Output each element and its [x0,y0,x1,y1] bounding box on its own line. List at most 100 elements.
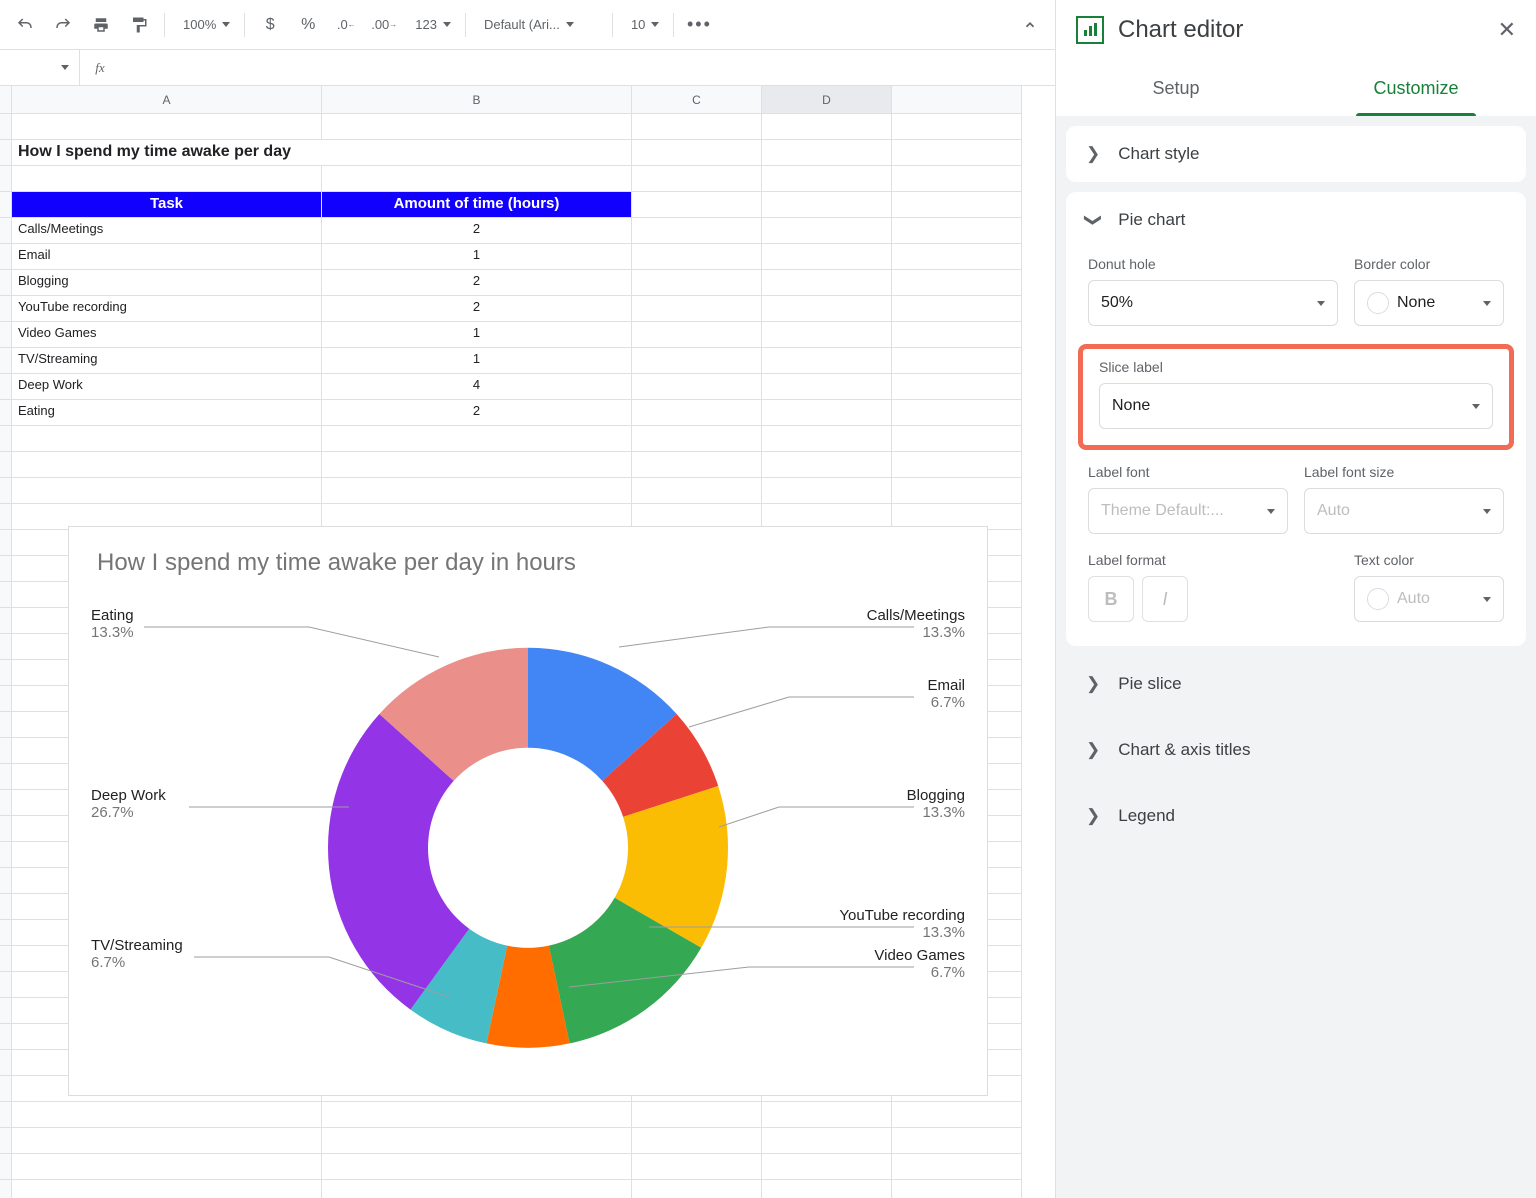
donut-hole-label: Donut hole [1088,256,1338,272]
chart-object[interactable]: How I spend my time awake per day in hou… [68,526,988,1096]
paint-format-button[interactable] [122,8,156,42]
zoom-dropdown[interactable]: 100% [173,8,236,42]
column-header[interactable]: A [12,86,322,114]
formula-input[interactable] [120,50,1055,85]
slice-label-videogames: Video Games6.7% [874,947,965,981]
currency-button[interactable]: $ [253,8,287,42]
donut-hole-select[interactable]: 50% [1088,280,1338,326]
table-cell-task[interactable]: Calls/Meetings [12,218,322,244]
caret-down-icon [1317,301,1325,306]
spreadsheet-grid[interactable]: A B C D How I spend my time awake per da… [0,86,1055,1198]
section-header-legend[interactable]: ❯ Legend [1066,788,1526,844]
slice-label-calls: Calls/Meetings13.3% [867,607,965,641]
text-color-select[interactable]: Auto [1354,576,1504,622]
caret-down-icon [566,22,574,27]
chart-title: How I spend my time awake per day in hou… [69,527,987,587]
table-header-amount[interactable]: Amount of time (hours) [322,192,632,218]
sheet-title-cell[interactable]: How I spend my time awake per day [12,140,632,166]
table-cell-task[interactable]: Blogging [12,270,322,296]
bold-button[interactable]: B [1088,576,1134,622]
italic-button[interactable]: I [1142,576,1188,622]
redo-button[interactable] [46,8,80,42]
column-header[interactable] [892,86,1022,114]
table-cell-value[interactable]: 2 [322,400,632,426]
table-cell-value[interactable]: 4 [322,374,632,400]
caret-down-icon [61,65,69,70]
sidebar-title: Chart editor [1118,16,1243,44]
table-cell-task[interactable]: YouTube recording [12,296,322,322]
percent-button[interactable]: % [291,8,325,42]
name-box[interactable] [0,50,80,85]
font-dropdown[interactable]: Default (Ari... [474,8,604,42]
undo-button[interactable] [8,8,42,42]
more-tools-button[interactable]: ••• [682,8,716,42]
caret-down-icon [1483,301,1491,306]
label-font-select[interactable]: Theme Default:... [1088,488,1288,534]
column-header[interactable]: D [762,86,892,114]
slice-label-youtube: YouTube recording13.3% [839,907,965,941]
slice-label-eating: Eating13.3% [91,607,134,641]
table-cell-task[interactable]: Deep Work [12,374,322,400]
collapse-toolbar-button[interactable] [1013,8,1047,42]
donut-chart [308,628,748,1068]
section-header-chart-axis-titles[interactable]: ❯ Chart & axis titles [1066,722,1526,778]
label-font-size-select[interactable]: Auto [1304,488,1504,534]
section-label: Chart & axis titles [1118,740,1250,760]
chevron-down-icon: ❯ [1083,213,1103,227]
font-size-value: 10 [631,17,645,32]
slice-label-tv: TV/Streaming6.7% [91,937,183,971]
table-cell-value[interactable]: 1 [322,322,632,348]
section-header-pie-chart[interactable]: ❯ Pie chart [1066,192,1526,248]
increase-decimal-button[interactable]: .00→ [367,8,401,42]
table-cell-value[interactable]: 2 [322,218,632,244]
section-header-pie-slice[interactable]: ❯ Pie slice [1066,656,1526,712]
table-cell-task[interactable]: TV/Streaming [12,348,322,374]
tab-setup[interactable]: Setup [1056,60,1296,116]
table-cell-value[interactable]: 1 [322,348,632,374]
text-color-label: Text color [1354,552,1504,568]
font-value: Default (Ari... [484,17,560,32]
caret-down-icon [443,22,451,27]
tab-customize[interactable]: Customize [1296,60,1536,116]
chevron-right-icon: ❯ [1086,806,1100,826]
table-cell-value[interactable]: 1 [322,244,632,270]
border-color-label: Border color [1354,256,1504,272]
table-cell-task[interactable]: Eating [12,400,322,426]
chevron-right-icon: ❯ [1086,740,1100,760]
formula-bar: fx [0,50,1055,86]
slice-label-label: Slice label [1093,359,1499,375]
caret-down-icon [1267,509,1275,514]
section-pie-slice: ❯ Pie slice [1066,656,1526,712]
section-chart-axis-titles: ❯ Chart & axis titles [1066,722,1526,778]
slice-label-deepwork: Deep Work26.7% [91,787,166,821]
number-format-dropdown[interactable]: 123 [405,8,457,42]
decrease-decimal-button[interactable]: .0← [329,8,363,42]
fx-icon: fx [80,60,120,76]
section-label: Legend [1118,806,1175,826]
print-button[interactable] [84,8,118,42]
color-swatch-none [1367,292,1389,314]
caret-down-icon [1472,404,1480,409]
chevron-right-icon: ❯ [1086,674,1100,694]
chevron-right-icon: ❯ [1086,144,1100,164]
caret-down-icon [1483,597,1491,602]
table-cell-task[interactable]: Email [12,244,322,270]
section-pie-chart: ❯ Pie chart Donut hole 50% Border color … [1066,192,1526,646]
table-cell-task[interactable]: Video Games [12,322,322,348]
border-color-select[interactable]: None [1354,280,1504,326]
table-cell-value[interactable]: 2 [322,296,632,322]
zoom-value: 100% [183,17,216,32]
color-swatch-auto [1367,588,1389,610]
table-header-task[interactable]: Task [12,192,322,218]
format-123-label: 123 [415,17,437,32]
column-header[interactable]: B [322,86,632,114]
close-button[interactable]: ✕ [1498,17,1516,43]
font-size-dropdown[interactable]: 10 [621,8,665,42]
slice-label-select[interactable]: None [1099,383,1493,429]
table-cell-value[interactable]: 2 [322,270,632,296]
column-header[interactable]: C [632,86,762,114]
section-header-chart-style[interactable]: ❯ Chart style [1066,126,1526,182]
toolbar: 100% $ % .0← .00→ 123 Default (Ari... 10… [0,0,1055,50]
slice-label-email: Email6.7% [927,677,965,711]
label-format-label: Label format [1088,552,1338,568]
